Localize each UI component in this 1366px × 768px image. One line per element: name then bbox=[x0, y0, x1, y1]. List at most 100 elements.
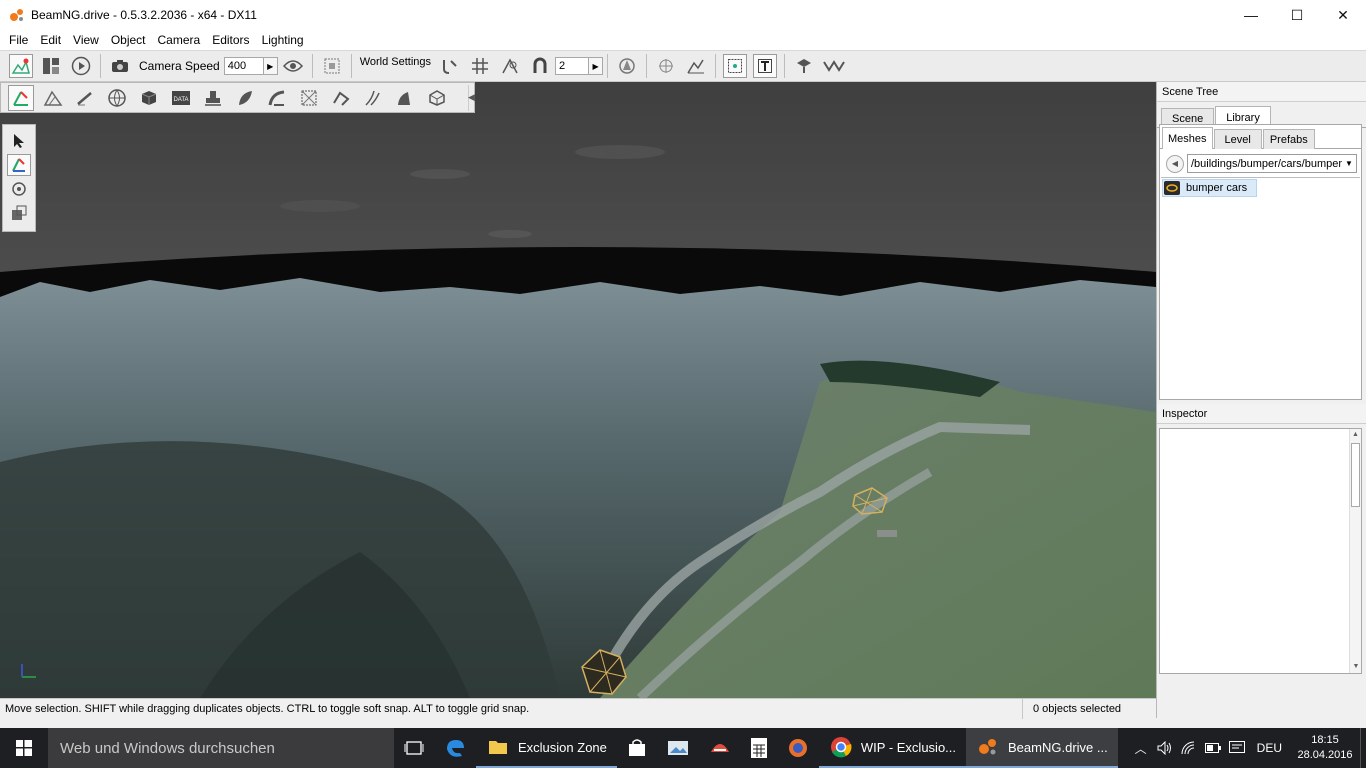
edge-button[interactable] bbox=[434, 728, 476, 768]
snap-bounds-button[interactable] bbox=[498, 54, 522, 78]
tab-level[interactable]: Level bbox=[1213, 129, 1262, 149]
shape-icon bbox=[429, 89, 445, 106]
path-dropdown[interactable]: /buildings/bumper/cars/bumper ▼ bbox=[1187, 154, 1357, 173]
magnet-button[interactable] bbox=[528, 54, 552, 78]
text-labels-button[interactable] bbox=[753, 54, 778, 78]
inspector-header: Inspector bbox=[1157, 404, 1366, 424]
menu-object[interactable]: Object bbox=[105, 33, 152, 47]
terrain-editor-tool[interactable] bbox=[40, 85, 66, 111]
taskbar-item-chrome[interactable]: WIP - Exclusio... bbox=[818, 728, 967, 768]
menu-edit[interactable]: Edit bbox=[34, 33, 67, 47]
object-snap-icon bbox=[619, 58, 635, 74]
clock[interactable]: 18:15 28.04.2016 bbox=[1290, 733, 1360, 763]
datablock-editor-tool[interactable]: DATA bbox=[168, 85, 194, 111]
convex-editor-tool[interactable] bbox=[296, 85, 322, 111]
select-tool[interactable] bbox=[7, 130, 31, 152]
menu-file[interactable]: File bbox=[3, 33, 34, 47]
scroll-thumb[interactable] bbox=[1351, 443, 1360, 507]
palette-grip-handle[interactable]: ◀ bbox=[468, 84, 475, 111]
road-editor-tool[interactable] bbox=[360, 85, 386, 111]
beamng-logo-icon bbox=[9, 7, 25, 23]
app-button[interactable] bbox=[699, 728, 741, 768]
menu-bar: File Edit View Object Camera Editors Lig… bbox=[0, 30, 1366, 50]
world-editor-button[interactable] bbox=[9, 54, 33, 78]
screenshot-button[interactable] bbox=[320, 54, 344, 78]
action-center-icon[interactable] bbox=[1225, 728, 1249, 768]
grid-size-spin-button[interactable]: ▶ bbox=[589, 57, 604, 75]
transform-space-button[interactable] bbox=[684, 54, 708, 78]
close-button[interactable]: ✕ bbox=[1320, 0, 1366, 30]
shape-editor-tool[interactable] bbox=[424, 85, 450, 111]
store-button[interactable] bbox=[617, 728, 657, 768]
eye-icon bbox=[282, 60, 303, 72]
camera-button[interactable] bbox=[108, 54, 132, 78]
chevron-up-icon[interactable]: ︿ bbox=[1129, 728, 1153, 768]
move-tool[interactable] bbox=[7, 154, 31, 176]
tab-meshes[interactable]: Meshes bbox=[1162, 127, 1213, 149]
select-visible-button[interactable] bbox=[723, 54, 748, 78]
menu-editors[interactable]: Editors bbox=[206, 33, 255, 47]
material-editor-tool[interactable] bbox=[104, 85, 130, 111]
gui-editor-button[interactable] bbox=[39, 54, 63, 78]
scale-tool[interactable] bbox=[7, 202, 31, 224]
minimize-button[interactable]: — bbox=[1228, 0, 1274, 30]
drop-icon bbox=[797, 59, 812, 73]
path-row: ◀ /buildings/bumper/cars/bumper ▼ bbox=[1160, 149, 1361, 173]
data-icon: DATA bbox=[172, 90, 190, 105]
list-item[interactable]: bumper cars bbox=[1162, 179, 1257, 197]
menu-camera[interactable]: Camera bbox=[152, 33, 207, 47]
grid-snap-button[interactable] bbox=[468, 54, 492, 78]
navmesh-editor-tool[interactable] bbox=[392, 85, 418, 111]
calculator-button[interactable] bbox=[741, 728, 777, 768]
grid-size-input[interactable]: 2 bbox=[555, 57, 590, 75]
back-button[interactable]: ◀ bbox=[1166, 154, 1184, 173]
taskbar-item-beamng[interactable]: BeamNG.drive ... bbox=[966, 728, 1118, 768]
drop-camera-button[interactable] bbox=[822, 54, 846, 78]
image-viewer-button[interactable] bbox=[657, 728, 699, 768]
clock-time: 18:15 bbox=[1311, 734, 1339, 746]
scene-viewport[interactable] bbox=[0, 82, 1156, 698]
sketch-tool[interactable] bbox=[136, 85, 162, 111]
svg-text:DATA: DATA bbox=[173, 97, 188, 103]
river-editor-tool[interactable] bbox=[328, 85, 354, 111]
scroll-down-icon[interactable]: ▼ bbox=[1350, 661, 1362, 673]
tab-prefabs[interactable]: Prefabs bbox=[1262, 129, 1315, 149]
forest-editor-tool[interactable] bbox=[232, 85, 258, 111]
slope-icon bbox=[398, 91, 410, 105]
language-indicator[interactable]: DEU bbox=[1249, 741, 1290, 755]
show-desktop-button[interactable] bbox=[1360, 728, 1366, 768]
visibility-button[interactable] bbox=[281, 54, 305, 78]
title-bar: BeamNG.drive - 0.5.3.2.2036 - x64 - DX11… bbox=[0, 0, 1366, 30]
drop-camera-icon bbox=[823, 60, 845, 72]
terrain-painter-tool[interactable] bbox=[72, 85, 98, 111]
stamp-icon bbox=[205, 90, 221, 106]
object-editor-tool[interactable] bbox=[8, 84, 34, 111]
rotate-tool[interactable] bbox=[7, 178, 31, 200]
taskbar-search[interactable]: Web und Windows durchsuchen bbox=[48, 728, 394, 768]
taskbar-item-explorer[interactable]: Exclusion Zone bbox=[476, 728, 617, 768]
start-button[interactable] bbox=[0, 728, 48, 768]
camera-speed-spin-button[interactable]: ▶ bbox=[263, 57, 278, 75]
inspector-scrollbar[interactable]: ▲ ▼ bbox=[1349, 429, 1361, 673]
center-pivot-button[interactable] bbox=[654, 54, 678, 78]
play-button[interactable] bbox=[69, 54, 93, 78]
world-settings-button[interactable]: World Settings bbox=[360, 56, 431, 68]
mesh-road-editor-tool[interactable] bbox=[264, 85, 290, 111]
scroll-up-icon[interactable]: ▲ bbox=[1350, 429, 1361, 441]
brush-icon bbox=[77, 91, 92, 105]
clock-date: 28.04.2016 bbox=[1297, 749, 1353, 761]
menu-view[interactable]: View bbox=[67, 33, 105, 47]
drop-selection-button[interactable] bbox=[792, 54, 816, 78]
object-snap-button[interactable] bbox=[615, 54, 639, 78]
firefox-button[interactable] bbox=[777, 728, 819, 768]
maximize-button[interactable]: ☐ bbox=[1274, 0, 1320, 30]
task-view-button[interactable] bbox=[394, 728, 434, 768]
toolbar-separator bbox=[715, 54, 717, 78]
battery-icon[interactable] bbox=[1201, 728, 1225, 768]
volume-icon[interactable] bbox=[1153, 728, 1177, 768]
snap-terrain-button[interactable] bbox=[438, 54, 462, 78]
wifi-icon[interactable] bbox=[1177, 728, 1201, 768]
decal-editor-tool[interactable] bbox=[200, 85, 226, 111]
camera-speed-input[interactable]: 400 bbox=[223, 57, 264, 75]
menu-lighting[interactable]: Lighting bbox=[256, 33, 310, 47]
